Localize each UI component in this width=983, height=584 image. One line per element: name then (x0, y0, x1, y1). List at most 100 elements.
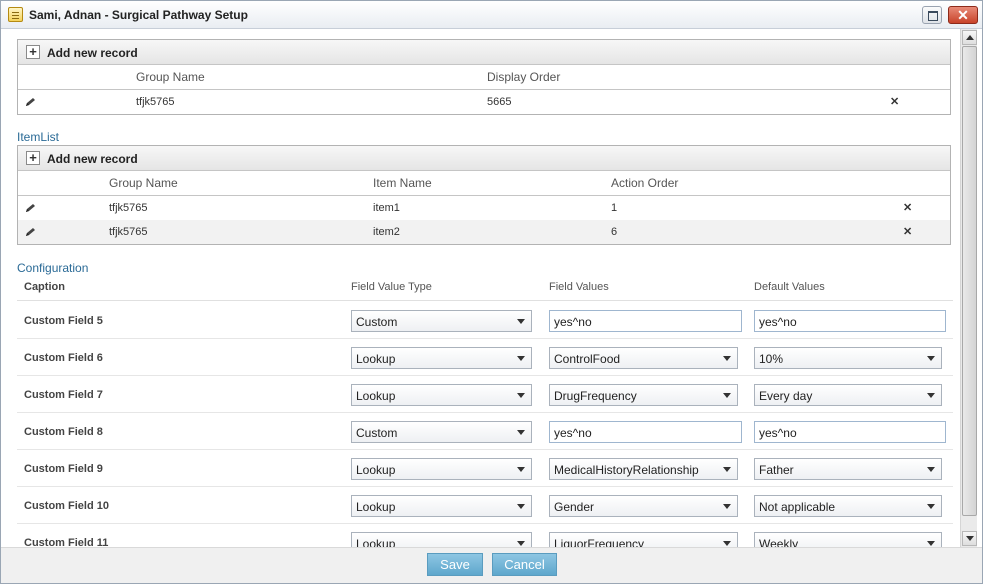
dialog-window: Sami, Adnan - Surgical Pathway Setup ✕ +… (0, 0, 983, 584)
chevron-down-icon (517, 541, 525, 546)
chevron-down-icon (927, 541, 935, 546)
column-header-group-name: Group Name (136, 70, 205, 84)
chevron-down-icon (723, 393, 731, 398)
chevron-down-icon (723, 467, 731, 472)
maximize-button[interactable] (922, 6, 942, 24)
field-values-select[interactable]: Gender (549, 495, 738, 517)
scroll-down-arrow-icon[interactable] (962, 531, 977, 546)
field-value-type-select[interactable]: Lookup (351, 458, 532, 480)
field-values-select[interactable]: MedicalHistoryRelationship (549, 458, 738, 480)
default-values-input[interactable]: yes^no (754, 310, 946, 332)
column-header-default-values: Default Values (754, 281, 825, 293)
add-record-label: Add new record (47, 46, 138, 60)
config-caption: Custom Field 7 (24, 389, 103, 401)
default-values-select[interactable]: Father (754, 458, 942, 480)
delete-x-icon[interactable]: ✕ (903, 196, 912, 220)
plus-icon: + (26, 151, 40, 165)
cell-action-order: 1 (611, 202, 618, 214)
config-row: Custom Field 11 Lookup LiquorFrequency W… (17, 524, 953, 547)
title-bar[interactable]: Sami, Adnan - Surgical Pathway Setup ✕ (1, 1, 982, 29)
column-header-caption: Caption (24, 281, 65, 293)
delete-x-icon[interactable]: ✕ (890, 90, 899, 114)
chevron-down-icon (927, 393, 935, 398)
config-caption: Custom Field 10 (24, 500, 109, 512)
config-caption: Custom Field 6 (24, 352, 103, 364)
group-add-record-button[interactable]: + Add new record (18, 40, 950, 65)
default-values-select[interactable]: Weekly (754, 532, 942, 547)
dialog-content: + Add new record Group Name Display Orde… (7, 29, 959, 547)
default-values-select[interactable]: 10% (754, 347, 942, 369)
table-row[interactable]: tfjk5765 5665 ✕ (18, 90, 950, 114)
group-grid-header: Group Name Display Order (18, 65, 950, 90)
table-row[interactable]: tfjk5765 item2 6 ✕ (18, 220, 950, 244)
pencil-icon[interactable] (25, 203, 39, 213)
cell-action-order: 6 (611, 226, 618, 238)
section-configuration-label: Configuration (17, 261, 89, 275)
config-row: Custom Field 9 Lookup MedicalHistoryRela… (17, 450, 953, 487)
column-header-group-name: Group Name (109, 176, 178, 190)
field-values-input[interactable]: yes^no (549, 310, 742, 332)
delete-x-icon[interactable]: ✕ (903, 220, 912, 244)
chevron-down-icon (723, 356, 731, 361)
cell-group-name: tfjk5765 (136, 96, 175, 108)
cell-item-name: item1 (373, 202, 400, 214)
chevron-down-icon (927, 356, 935, 361)
chevron-down-icon (517, 430, 525, 435)
field-value-type-select[interactable]: Lookup (351, 495, 532, 517)
configuration-header: Caption Field Value Type Field Values De… (17, 279, 953, 301)
scrollbar-thumb[interactable] (962, 46, 977, 516)
table-row[interactable]: tfjk5765 item1 1 ✕ (18, 196, 950, 220)
cell-group-name: tfjk5765 (109, 226, 148, 238)
config-caption: Custom Field 9 (24, 463, 103, 475)
chevron-down-icon (517, 393, 525, 398)
field-value-type-select[interactable]: Lookup (351, 347, 532, 369)
chevron-down-icon (517, 356, 525, 361)
itemlist-grid-header: Group Name Item Name Action Order (18, 171, 950, 196)
group-grid: + Add new record Group Name Display Orde… (17, 39, 951, 115)
field-values-select[interactable]: DrugFrequency (549, 384, 738, 406)
config-caption: Custom Field 8 (24, 426, 103, 438)
column-header-field-values: Field Values (549, 281, 609, 293)
config-caption: Custom Field 5 (24, 315, 103, 327)
plus-icon: + (26, 45, 40, 59)
pencil-icon[interactable] (25, 227, 39, 237)
cancel-button[interactable]: Cancel (492, 553, 557, 576)
field-values-select[interactable]: LiquorFrequency (549, 532, 738, 547)
cell-group-name: tfjk5765 (109, 202, 148, 214)
field-values-select[interactable]: ControlFood (549, 347, 738, 369)
pencil-icon[interactable] (25, 97, 39, 107)
default-values-select[interactable]: Every day (754, 384, 942, 406)
config-row: Custom Field 7 Lookup DrugFrequency Ever… (17, 376, 953, 413)
config-row: Custom Field 6 Lookup ControlFood 10% (17, 339, 953, 376)
column-header-field-value-type: Field Value Type (351, 281, 432, 293)
default-values-input[interactable]: yes^no (754, 421, 946, 443)
close-button[interactable]: ✕ (948, 6, 978, 24)
chevron-down-icon (723, 541, 731, 546)
chevron-down-icon (517, 467, 525, 472)
save-button[interactable]: Save (427, 553, 483, 576)
field-value-type-select[interactable]: Lookup (351, 384, 532, 406)
field-value-type-select[interactable]: Custom (351, 421, 532, 443)
add-record-label: Add new record (47, 152, 138, 166)
config-row: Custom Field 8 Custom yes^no yes^no (17, 413, 953, 450)
chevron-down-icon (517, 319, 525, 324)
chevron-down-icon (723, 504, 731, 509)
dialog-footer: Save Cancel (1, 547, 982, 583)
config-caption: Custom Field 11 (24, 537, 109, 547)
column-header-item-name: Item Name (373, 176, 432, 190)
scroll-up-arrow-icon[interactable] (962, 30, 977, 45)
itemlist-add-record-button[interactable]: + Add new record (18, 146, 950, 171)
field-values-input[interactable]: yes^no (549, 421, 742, 443)
section-itemlist-label: ItemList (17, 130, 60, 144)
default-values-select[interactable]: Not applicable (754, 495, 942, 517)
chevron-down-icon (927, 467, 935, 472)
column-header-action-order: Action Order (611, 176, 679, 190)
column-header-display-order: Display Order (487, 70, 561, 84)
config-row: Custom Field 10 Lookup Gender Not applic… (17, 487, 953, 524)
field-value-type-select[interactable]: Lookup (351, 532, 532, 547)
app-notepad-icon (8, 7, 23, 22)
field-value-type-select[interactable]: Custom (351, 310, 532, 332)
chevron-down-icon (517, 504, 525, 509)
vertical-scrollbar[interactable] (960, 29, 977, 547)
config-row: Custom Field 5 Custom yes^no yes^no (17, 302, 953, 339)
